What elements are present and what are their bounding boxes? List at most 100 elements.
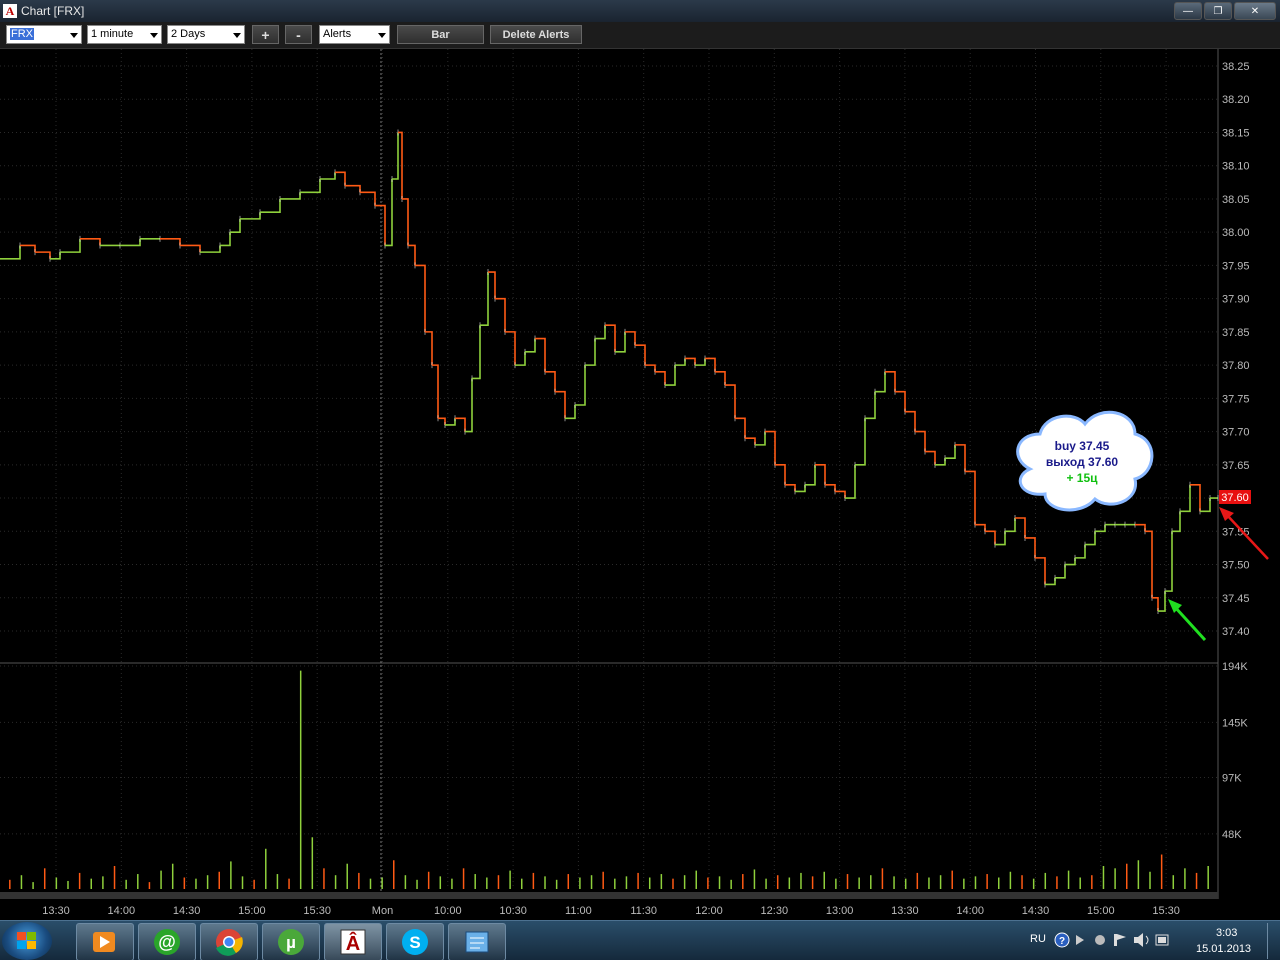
price-tick-label: 37.95	[1222, 260, 1250, 272]
taskbar-mail-agent[interactable]: @	[138, 923, 196, 960]
price-segment	[60, 238, 81, 253]
price-segment	[655, 370, 666, 386]
svg-text:?: ?	[1059, 936, 1065, 947]
taskbar-text-editor[interactable]	[448, 923, 506, 960]
price-segment	[645, 364, 656, 372]
maximize-button[interactable]: ❐	[1204, 2, 1232, 20]
price-segment	[260, 198, 281, 214]
price-segment	[635, 344, 646, 366]
skype-icon: S	[402, 929, 428, 955]
windows-taskbar: @ µ Â S RU ? 3:03 15.01.2013	[0, 920, 1280, 960]
price-segment	[20, 244, 36, 253]
horizontal-scrollbar[interactable]	[0, 892, 1218, 899]
taskbar-chrome[interactable]	[200, 923, 258, 960]
time-axis-labels: 13:30 14:00 14:30 15:00 15:30 Mon 10:00 10:30 11…	[0, 892, 1218, 917]
window-title-bar[interactable]: A Chart [FRX] — ❐ ✕	[0, 0, 1280, 22]
price-segment	[995, 531, 1006, 546]
app-logo-icon: A	[3, 4, 17, 18]
price-segment	[895, 390, 906, 412]
price-segment	[200, 245, 221, 253]
price-segment	[775, 464, 786, 485]
language-indicator[interactable]: RU	[1030, 933, 1046, 945]
price-segment	[915, 430, 926, 452]
clock-date[interactable]: 15.01.2013	[1196, 943, 1251, 955]
price-segment	[220, 232, 231, 247]
price-segment	[585, 338, 596, 366]
close-button[interactable]: ✕	[1234, 2, 1276, 20]
chevron-down-icon	[70, 33, 78, 38]
price-segment	[575, 365, 586, 406]
zoom-out-button[interactable]: -	[285, 25, 312, 44]
volume-bars	[9, 670, 1209, 889]
clock-time[interactable]: 3:03	[1216, 927, 1237, 939]
price-segment	[1158, 591, 1166, 612]
time-tick-label: 13:30	[42, 905, 70, 917]
price-segment	[625, 331, 636, 346]
media-player-icon	[93, 932, 115, 952]
minimize-button[interactable]: —	[1174, 2, 1202, 20]
price-segment	[280, 192, 301, 200]
price-segment	[765, 430, 776, 465]
time-tick-label: 12:00	[695, 905, 723, 917]
price-segment	[432, 364, 439, 419]
price-segment	[80, 238, 101, 246]
taskbar-media-player[interactable]	[76, 923, 134, 960]
price-segment	[975, 523, 986, 532]
price-segment	[1200, 498, 1211, 513]
price-segment	[160, 238, 181, 246]
chrome-icon	[216, 929, 243, 956]
svg-text:S: S	[409, 933, 420, 952]
mail-agent-icon: @	[154, 929, 180, 955]
price-segment	[695, 358, 706, 366]
price-segment	[985, 530, 996, 545]
price-segment	[505, 331, 516, 366]
price-segment	[715, 370, 726, 386]
interval-select[interactable]: 1 minute	[87, 25, 162, 44]
start-button[interactable]	[2, 922, 52, 960]
time-tick-label: 15:30	[1152, 905, 1180, 917]
symbol-select[interactable]: FRX	[6, 25, 82, 44]
time-tick-label: Mon	[372, 905, 393, 917]
price-segment	[955, 444, 966, 472]
alerts-select[interactable]: Alerts	[319, 25, 390, 44]
price-segment	[1172, 511, 1181, 533]
show-desktop-button[interactable]	[1267, 923, 1280, 959]
price-segment	[1055, 564, 1066, 579]
time-tick-label: 11:30	[630, 905, 657, 917]
annotation-profit: + 15ц	[1066, 471, 1098, 485]
price-segment	[335, 171, 346, 186]
time-tick-label: 15:00	[238, 905, 266, 917]
chart-svg[interactable]: 38.25 38.20 38.15 38.10 38.05 38.00 37.95 37.90…	[0, 49, 1280, 920]
price-tick-label: 37.70	[1222, 427, 1250, 439]
price-series	[0, 129, 1219, 615]
system-tray: RU ? 3:03 15.01.2013	[1020, 921, 1280, 960]
price-segment	[555, 390, 566, 419]
price-segment	[725, 384, 736, 419]
price-chart-area[interactable]: 38.25 38.20 38.15 38.10 38.05 38.00 37.95 37.90…	[0, 49, 1280, 920]
chevron-down-icon	[378, 33, 386, 38]
tray-icons: ?	[1054, 932, 1169, 948]
price-segment	[825, 483, 836, 492]
price-segment	[795, 484, 806, 493]
price-tick-label: 38.00	[1222, 227, 1250, 239]
price-segment	[565, 405, 576, 420]
price-tick-label: 37.65	[1222, 460, 1250, 472]
price-segment	[815, 464, 826, 485]
range-select[interactable]: 2 Days	[167, 25, 245, 44]
zoom-in-button[interactable]: +	[252, 25, 279, 44]
price-segment	[1015, 517, 1026, 538]
price-segment	[685, 357, 696, 366]
price-segment	[855, 418, 866, 466]
taskbar-chart-app[interactable]: Â	[324, 923, 382, 960]
delete-alerts-button[interactable]: Delete Alerts	[490, 25, 582, 44]
taskbar-utorrent[interactable]: µ	[262, 923, 320, 960]
bar-button[interactable]: Bar	[397, 25, 484, 44]
taskbar-skype[interactable]: S	[386, 923, 444, 960]
time-tick-label: 13:30	[891, 905, 919, 917]
utorrent-icon: µ	[278, 929, 304, 955]
price-tick-label: 37.75	[1222, 393, 1250, 405]
price-tick-label: 37.80	[1222, 360, 1250, 372]
price-segment	[392, 132, 399, 180]
symbol-value: FRX	[10, 28, 34, 40]
price-segment	[1035, 557, 1046, 585]
